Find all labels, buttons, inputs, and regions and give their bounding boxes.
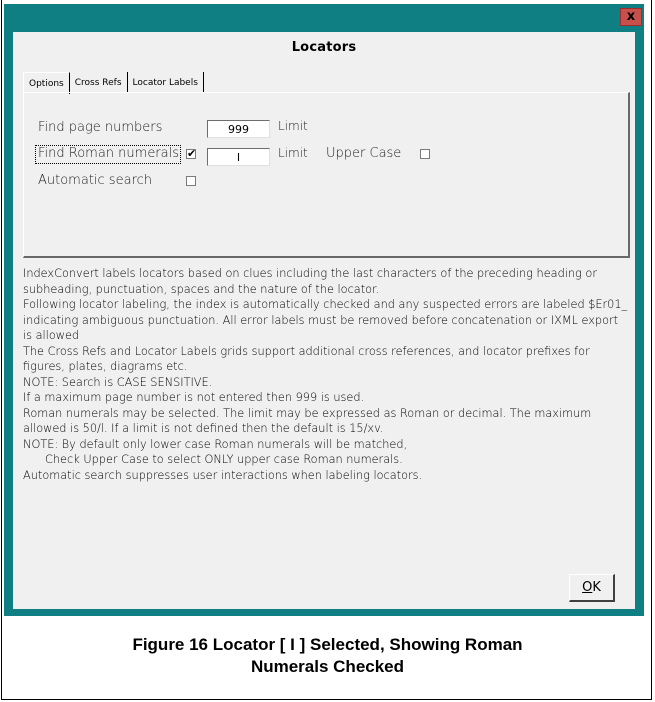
upper-case-checkbox[interactable] xyxy=(420,149,430,159)
find-roman-numerals-checkbox[interactable]: ✔ xyxy=(186,147,197,160)
automatic-search-checkbox[interactable] xyxy=(186,176,196,186)
roman-limit-label: Limit xyxy=(278,146,308,160)
locators-window: x Locators Options Cross Refs Locator La… xyxy=(4,4,644,616)
ok-button[interactable]: OK xyxy=(569,574,615,602)
close-button[interactable]: x xyxy=(620,8,642,26)
find-page-numbers-label: Find page numbers xyxy=(38,120,163,135)
help-text: IndexConvert labels locators based on cl… xyxy=(23,266,628,483)
figure-caption: Figure 16 Locator [ I ] Selected, Showin… xyxy=(0,634,655,678)
help-line: Check Upper Case to select ONLY upper ca… xyxy=(45,453,403,466)
help-line: Automatic search suppresses user interac… xyxy=(23,468,423,482)
help-line: NOTE: By default only lower case Roman n… xyxy=(23,437,408,451)
checkmark-icon: ✔ xyxy=(187,147,197,160)
caption-line-1: Figure 16 Locator [ I ] Selected, Showin… xyxy=(132,635,523,654)
caption-line-2: Numerals Checked xyxy=(250,657,405,676)
automatic-search-label: Automatic search xyxy=(38,173,152,188)
help-line: Roman numerals may be selected. The limi… xyxy=(23,406,592,436)
help-line: If a maximum page number is not entered … xyxy=(23,391,365,404)
options-panel: Find page numbers 999 Limit Find Roman n… xyxy=(23,92,630,258)
window-titlebar[interactable]: x xyxy=(4,4,644,32)
tab-locator-labels[interactable]: Locator Labels xyxy=(127,72,204,92)
dialog-client-area: Locators Options Cross Refs Locator Labe… xyxy=(13,32,635,609)
ok-label-rest: K xyxy=(592,580,601,595)
help-line: IndexConvert labels locators based on cl… xyxy=(23,267,597,296)
help-line: The Cross Refs and Locator Labels grids … xyxy=(23,344,590,374)
tab-options[interactable]: Options xyxy=(23,72,70,94)
help-line: Following locator labeling, the index is… xyxy=(23,298,628,342)
upper-case-label: Upper Case xyxy=(326,146,402,161)
ok-accelerator: O xyxy=(582,580,593,595)
roman-limit-input[interactable]: I xyxy=(207,148,270,166)
page-limit-label: Limit xyxy=(278,119,308,133)
dialog-title: Locators xyxy=(291,40,357,55)
help-line: NOTE: Search is CASE SENSITIVE. xyxy=(23,375,213,389)
tab-strip: Options Cross Refs Locator Labels xyxy=(23,72,204,94)
tab-cross-refs[interactable]: Cross Refs xyxy=(69,72,128,92)
find-roman-numerals-label[interactable]: Find Roman numerals xyxy=(38,146,179,161)
page-limit-input[interactable]: 999 xyxy=(207,120,270,138)
